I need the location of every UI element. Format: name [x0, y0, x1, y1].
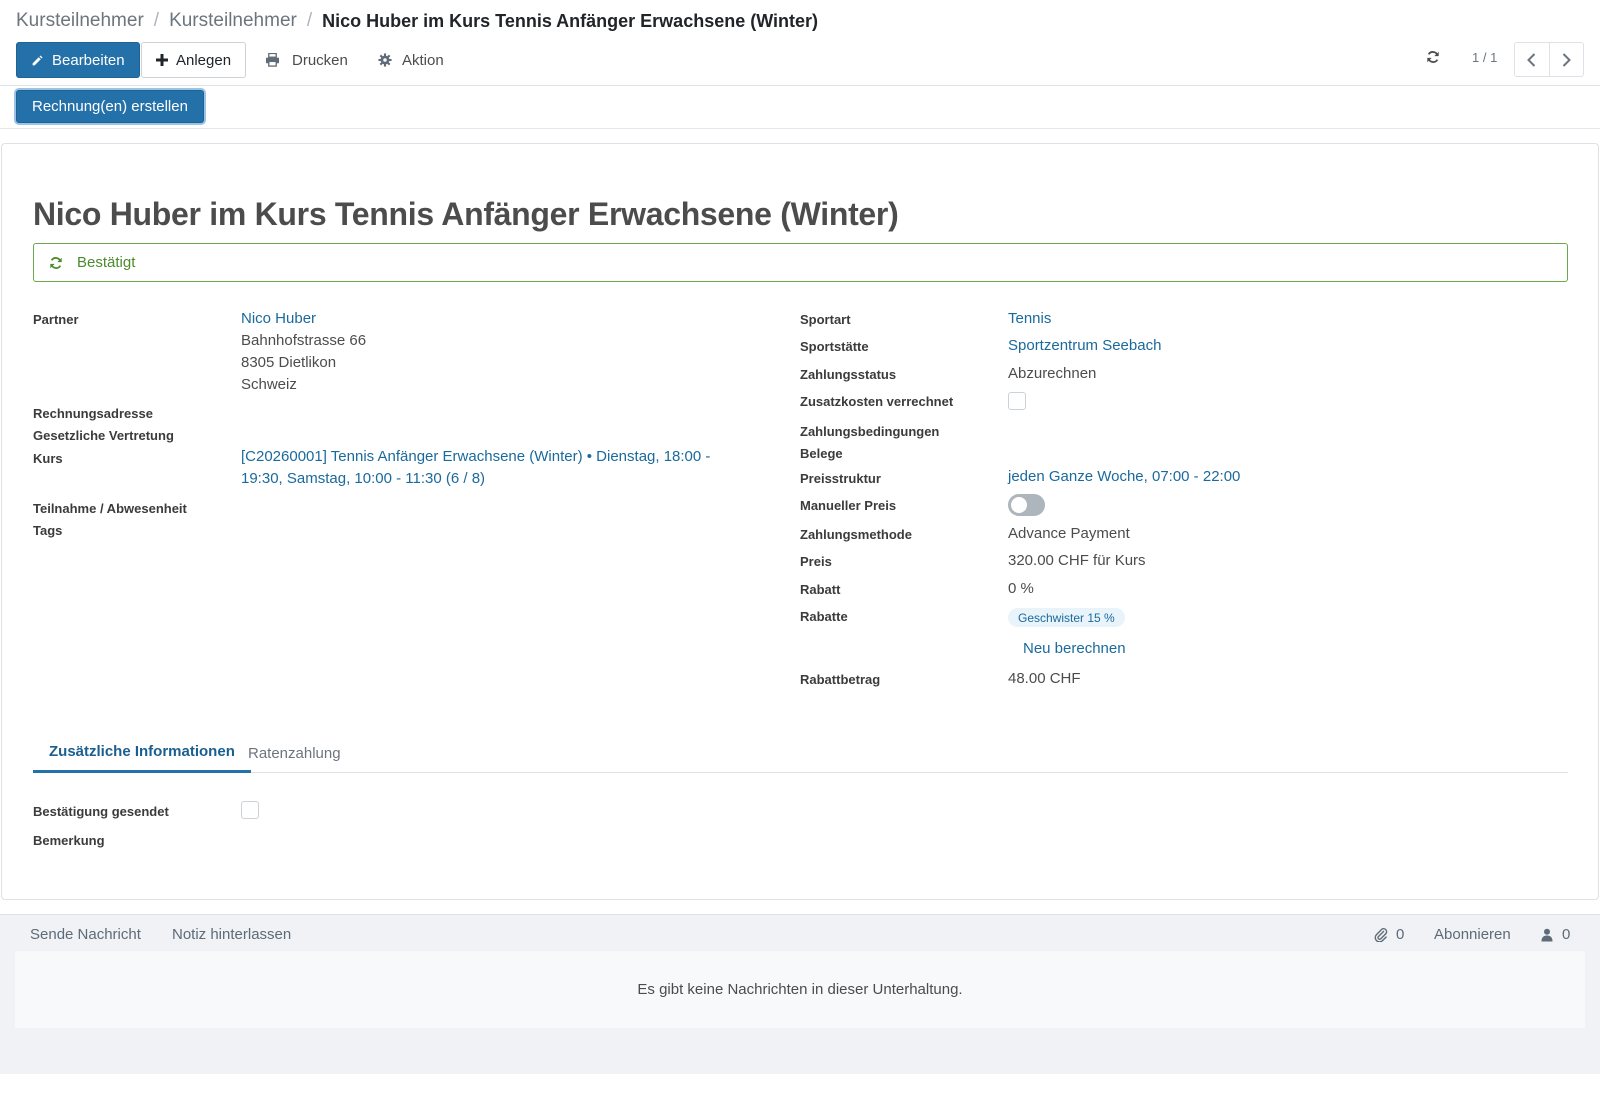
create-button[interactable]: Anlegen	[141, 42, 247, 78]
discount-amount-value: 48.00 CHF	[1008, 670, 1081, 687]
sport-link[interactable]: Tennis	[1008, 308, 1051, 330]
attendance-label: Teilnahme / Abwesenheit	[33, 501, 187, 516]
attachments-count: 0	[1396, 926, 1405, 943]
price-structure-link[interactable]: jeden Ganze Woche, 07:00 - 22:00	[1008, 466, 1240, 488]
state-indicator: Bestätigt	[33, 243, 1568, 282]
followers-button[interactable]: 0	[1541, 926, 1570, 943]
partner-city: 8305 Dietlikon	[241, 354, 337, 371]
chevron-right-icon	[1562, 52, 1571, 67]
pager-next-button[interactable]	[1548, 43, 1584, 76]
venue-label: Sportstätte	[800, 339, 869, 354]
confirmation-sent-label: Bestätigung gesendet	[33, 804, 169, 819]
tags-label: Tags	[33, 523, 63, 538]
breadcrumb-item-2[interactable]: Kursteilnehmer	[169, 10, 297, 32]
edit-button[interactable]: Bearbeiten	[16, 42, 140, 78]
followers-count: 0	[1562, 926, 1571, 943]
breadcrumb-current: Nico Huber im Kurs Tennis Anfänger Erwac…	[322, 10, 819, 31]
empty-messages-text: Es gibt keine Nachrichten in dieser Unte…	[637, 981, 963, 998]
payment-status-value: Abzurechnen	[1008, 365, 1097, 382]
extra-costs-checkbox[interactable]	[1008, 392, 1026, 410]
state-label: Bestätigt	[77, 254, 136, 271]
breadcrumb-separator: /	[306, 10, 313, 31]
breadcrumb-item-1[interactable]: Kursteilnehmer	[16, 10, 144, 32]
control-panel: Kursteilnehmer / Kursteilnehmer / Nico H…	[0, 0, 1600, 86]
manual-price-label: Manueller Preis	[800, 498, 897, 513]
price-label: Preis	[800, 554, 832, 569]
notebook-tabs: Zusätzliche Informationen Ratenzahlung	[33, 733, 1568, 773]
price-structure-label: Preisstruktur	[800, 471, 881, 486]
attachments-button[interactable]: 0	[1374, 926, 1404, 943]
partner-street: Bahnhofstrasse 66	[241, 332, 367, 349]
partner-link[interactable]: Nico Huber	[241, 308, 316, 330]
action-button-label: Aktion	[402, 51, 444, 69]
refresh-icon[interactable]	[1426, 50, 1440, 68]
payment-method-value: Advance Payment	[1008, 525, 1130, 542]
price-value: 320.00 CHF für Kurs	[1008, 552, 1146, 569]
chevron-left-icon	[1527, 52, 1536, 67]
pencil-icon	[31, 54, 44, 67]
send-message-button[interactable]: Sende Nachricht	[30, 926, 141, 943]
user-icon	[1541, 928, 1553, 941]
course-link-line2[interactable]: 19:30, Samstag, 10:00 - 11:30 (6 / 8)	[241, 468, 485, 490]
edit-button-label: Bearbeiten	[52, 51, 125, 69]
toggle-knob	[1011, 497, 1027, 513]
payment-terms-label: Zahlungsbedingungen	[800, 424, 940, 439]
receipts-label: Belege	[800, 446, 843, 461]
paperclip-icon	[1374, 928, 1388, 942]
plus-icon	[156, 54, 168, 66]
payment-status-label: Zahlungsstatus	[800, 367, 897, 382]
confirmation-sent-checkbox[interactable]	[241, 801, 259, 819]
venue-link[interactable]: Sportzentrum Seebach	[1008, 335, 1161, 357]
breadcrumb-separator: /	[153, 10, 160, 31]
pager-previous-button[interactable]	[1515, 43, 1549, 76]
breadcrumb: Kursteilnehmer / Kursteilnehmer / Nico H…	[16, 10, 818, 32]
print-button-label: Drucken	[292, 51, 348, 69]
pager-buttons	[1514, 42, 1584, 77]
extra-costs-label: Zusatzkosten verrechnet	[800, 394, 954, 409]
invoice-address-label: Rechnungsadresse	[33, 406, 153, 421]
print-button[interactable]: Drucken	[263, 42, 350, 78]
refresh-icon	[49, 256, 63, 270]
partner-country: Schweiz	[241, 376, 297, 393]
create-button-label: Anlegen	[176, 51, 232, 69]
discount-label: Rabatt	[800, 582, 841, 597]
printer-icon	[265, 53, 280, 67]
course-link-line1[interactable]: [C20260001] Tennis Anfänger Erwachsene (…	[241, 446, 710, 468]
recalculate-button[interactable]: Neu berechnen	[1023, 638, 1126, 660]
manual-price-toggle[interactable]	[1008, 494, 1045, 516]
pager-value[interactable]: 1 / 1	[1472, 50, 1497, 65]
discount-tag[interactable]: Geschwister 15 %	[1008, 608, 1125, 627]
legal-representative-label: Gesetzliche Vertretung	[33, 428, 174, 443]
remark-label: Bemerkung	[33, 833, 105, 848]
tab-additional-information[interactable]: Zusätzliche Informationen	[33, 733, 251, 773]
record-title: Nico Huber im Kurs Tennis Anfänger Erwac…	[33, 196, 899, 232]
partner-label: Partner	[33, 312, 79, 327]
sport-label: Sportart	[800, 312, 851, 327]
discounts-label: Rabatte	[800, 609, 848, 624]
course-label: Kurs	[33, 451, 63, 466]
payment-method-label: Zahlungsmethode	[800, 527, 912, 542]
action-button[interactable]: Aktion	[376, 42, 446, 78]
tab-installments[interactable]: Ratenzahlung	[232, 733, 357, 773]
gear-icon	[378, 53, 392, 67]
discount-value: 0 %	[1008, 580, 1034, 597]
discount-amount-label: Rabattbetrag	[800, 672, 881, 687]
statusbar: Rechnung(en) erstellen	[0, 86, 1600, 129]
message-list: Es gibt keine Nachrichten in dieser Unte…	[15, 951, 1585, 1028]
follow-button[interactable]: Abonnieren	[1434, 926, 1511, 943]
create-invoice-button[interactable]: Rechnung(en) erstellen	[16, 90, 204, 123]
log-note-button[interactable]: Notiz hinterlassen	[172, 926, 291, 943]
